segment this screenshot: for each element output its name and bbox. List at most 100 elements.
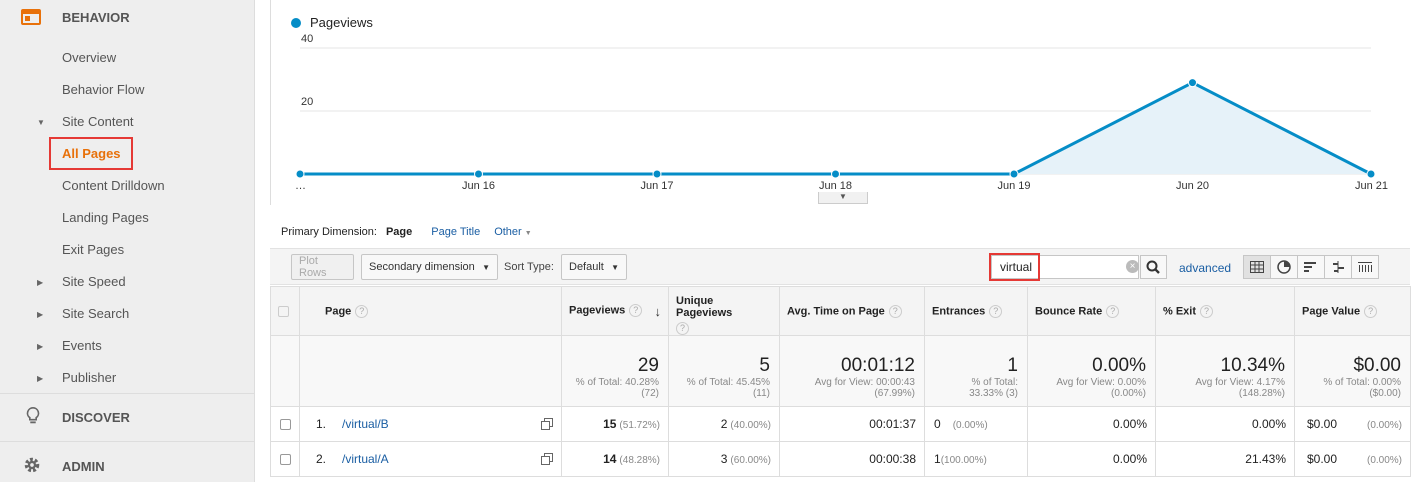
page-link[interactable]: /virtual/A xyxy=(342,452,389,466)
help-icon[interactable]: ? xyxy=(629,303,643,317)
chevron-down-icon: ▼ xyxy=(482,262,490,272)
pivot-view-button[interactable] xyxy=(1351,255,1379,279)
sidebar-item-exit-pages[interactable]: Exit Pages xyxy=(62,242,124,257)
totals-row: 29% of Total: 40.28% (72) 5% of Total: 45… xyxy=(270,335,1411,407)
collapsed-triangle-icon[interactable]: ▶ xyxy=(37,278,43,287)
col-exit[interactable]: % Exit? xyxy=(1155,286,1295,336)
performance-view-button[interactable] xyxy=(1297,255,1325,279)
search-input[interactable] xyxy=(992,256,1112,278)
col-avg-time[interactable]: Avg. Time on Page? xyxy=(779,286,925,336)
help-icon[interactable]: ? xyxy=(1106,304,1120,318)
entrances-cell: 1(100.00%) xyxy=(924,441,1028,477)
dimension-page[interactable]: Page xyxy=(386,226,412,238)
help-icon[interactable]: ? xyxy=(888,304,902,318)
x-tick-label: Jun 19 xyxy=(997,180,1030,192)
dimension-other[interactable]: Other ▼ xyxy=(494,226,532,238)
pie-view-button[interactable] xyxy=(1270,255,1298,279)
totals-spacer xyxy=(270,335,300,407)
col-entrances[interactable]: Entrances? xyxy=(924,286,1028,336)
total-sub: (0.00%) xyxy=(1110,388,1146,399)
data-point xyxy=(831,169,840,179)
open-page-icon[interactable] xyxy=(541,453,553,465)
select-all-checkbox[interactable] xyxy=(278,305,289,317)
collapsed-triangle-icon[interactable]: ▶ xyxy=(37,310,43,319)
pageviews-chart: Pageviews 40 20… Jun 16 Jun 17 Jun 18 Jun 19 J… xyxy=(270,0,1390,205)
advanced-filter-link[interactable]: advanced xyxy=(1179,261,1231,275)
col-bounce-rate[interactable]: Bounce Rate? xyxy=(1027,286,1156,336)
help-icon[interactable]: ? xyxy=(355,304,369,318)
col-page-value[interactable]: Page Value? xyxy=(1294,286,1411,336)
table-view-button[interactable] xyxy=(1243,255,1271,279)
help-icon[interactable]: ? xyxy=(676,322,689,335)
sidebar-item-all-pages[interactable]: All Pages xyxy=(49,137,133,170)
help-icon[interactable]: ? xyxy=(1200,304,1214,318)
col-pageviews[interactable]: Pageviews? ↓ xyxy=(561,286,669,336)
row-checkbox[interactable] xyxy=(279,419,291,431)
cell-pct: (40.00%) xyxy=(730,420,771,431)
table-row: 2. /virtual/A 14 (48.28%) 3 (60.00%) 00:00:… xyxy=(270,441,1411,477)
cell-pct: (0.00%) xyxy=(1366,420,1402,431)
collapsed-triangle-icon[interactable]: ▶ xyxy=(37,374,43,383)
cell-pct: (0.00%) xyxy=(1366,455,1402,466)
total-value: 5 xyxy=(759,355,770,376)
exit-cell: 0.00% xyxy=(1155,406,1295,442)
col-avg-time-label: Avg. Time on Page xyxy=(787,304,885,317)
cell-value: 1 xyxy=(934,452,941,466)
plot-rows-button[interactable]: Plot Rows xyxy=(291,254,354,280)
help-icon[interactable]: ? xyxy=(1364,304,1378,318)
row-checkbox-cell xyxy=(270,406,300,442)
clear-search-icon[interactable]: × xyxy=(1126,260,1139,273)
sidebar-item-publisher[interactable]: Publisher xyxy=(62,370,116,385)
y-tick-label: 20 xyxy=(301,96,313,108)
page-cell: 1. /virtual/B xyxy=(299,406,562,442)
open-page-icon[interactable] xyxy=(541,418,553,430)
sidebar-item-site-content[interactable]: Site Content xyxy=(62,114,134,129)
col-page[interactable]: Page? xyxy=(299,286,562,336)
comparison-icon xyxy=(1333,261,1344,273)
total-sub: % of Total: xyxy=(971,377,1018,388)
total-value: 10.34% xyxy=(1220,355,1285,376)
cell-pct: (48.28%) xyxy=(619,455,660,466)
admin-section-header[interactable]: ADMIN xyxy=(0,449,255,482)
total-page-value: $0.00% of Total: 0.00% ($0.00) xyxy=(1294,335,1411,407)
sort-type-dropdown[interactable]: Default ▼ xyxy=(561,254,627,280)
total-exit: 10.34% Avg for View: 4.17% (148.28%) xyxy=(1155,335,1295,407)
total-sub: Avg for View: 4.17% xyxy=(1195,377,1285,388)
behavior-section-header[interactable]: BEHAVIOR xyxy=(0,0,255,34)
sidebar-item-content-drilldown[interactable]: Content Drilldown xyxy=(62,178,165,193)
discover-section-header[interactable]: DISCOVER xyxy=(0,400,255,434)
cell-pct: (60.00%) xyxy=(730,455,771,466)
secondary-dimension-label: Secondary dimension xyxy=(369,261,475,273)
bounce-rate-cell: 0.00% xyxy=(1027,406,1156,442)
row-checkbox-cell xyxy=(270,441,300,477)
sidebar: BEHAVIOR Overview Behavior Flow ▼ Site C… xyxy=(0,0,255,482)
behavior-icon xyxy=(21,9,41,25)
unique-pageviews-cell: 3 (60.00%) xyxy=(668,441,780,477)
col-unique-pageviews-label: Unique Pageviews xyxy=(676,295,733,319)
sidebar-item-site-search[interactable]: Site Search xyxy=(62,306,129,321)
collapse-chart-button[interactable]: ▼ xyxy=(818,192,868,204)
sidebar-item-site-speed[interactable]: Site Speed xyxy=(62,274,126,289)
collapsed-triangle-icon[interactable]: ▶ xyxy=(37,342,43,351)
dimension-page-title[interactable]: Page Title xyxy=(431,226,480,238)
search-button[interactable] xyxy=(1140,255,1167,279)
secondary-dimension-dropdown[interactable]: Secondary dimension ▼ xyxy=(361,254,498,280)
comparison-view-button[interactable] xyxy=(1324,255,1352,279)
sidebar-item-behavior-flow[interactable]: Behavior Flow xyxy=(62,82,144,97)
pageviews-cell: 14 (48.28%) xyxy=(561,441,669,477)
help-icon[interactable]: ? xyxy=(989,304,1003,318)
divider xyxy=(0,393,255,394)
total-unique-pageviews: 5% of Total: 45.45% (11) xyxy=(668,335,780,407)
discover-label: DISCOVER xyxy=(62,409,130,425)
chart-canvas: 40 20 … Jun 16 Jun 17 Jun 18 Jun 19 Jun 20 Jun 2… xyxy=(295,33,1388,192)
sidebar-item-overview[interactable]: Overview xyxy=(62,50,116,65)
bar-chart-icon xyxy=(1304,262,1316,272)
page-link[interactable]: /virtual/B xyxy=(342,417,389,431)
x-tick-label: Jun 17 xyxy=(640,180,673,192)
col-unique-pageviews[interactable]: Unique Pageviews? xyxy=(668,286,780,336)
table-row: 1. /virtual/B 15 (51.72%) 2 (40.00%) 00:01:… xyxy=(270,406,1411,442)
sidebar-item-events[interactable]: Events xyxy=(62,338,102,353)
row-checkbox[interactable] xyxy=(279,454,291,466)
expanded-triangle-icon[interactable]: ▼ xyxy=(37,118,45,127)
sidebar-item-landing-pages[interactable]: Landing Pages xyxy=(62,210,149,225)
